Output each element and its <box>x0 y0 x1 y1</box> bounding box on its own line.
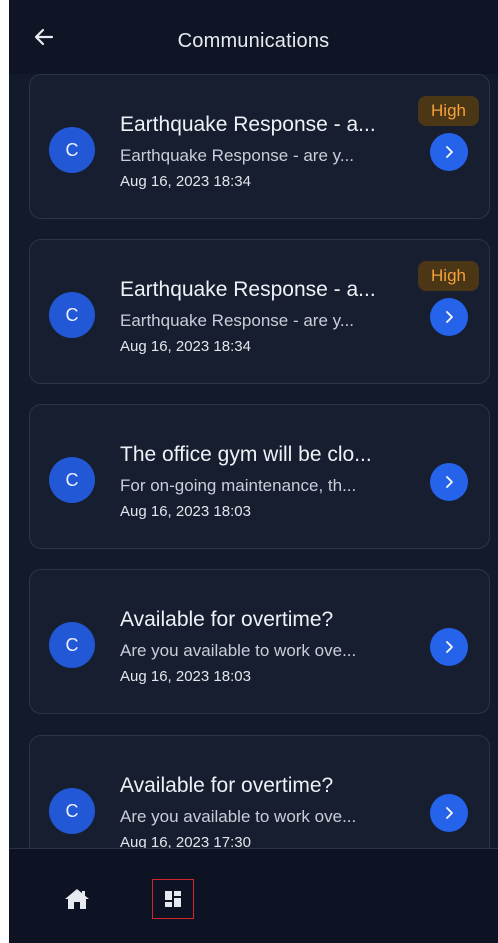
avatar: C <box>49 457 95 503</box>
open-message-button[interactable] <box>430 298 468 336</box>
chevron-right-icon <box>446 641 453 653</box>
chevron-right-icon <box>446 311 453 323</box>
message-title: Earthquake Response - a... <box>120 278 376 301</box>
open-message-button[interactable] <box>430 463 468 501</box>
message-time: Aug 16, 2023 18:03 <box>120 668 251 685</box>
open-message-button[interactable] <box>430 628 468 666</box>
nav-dashboard-button[interactable] <box>152 879 194 919</box>
chevron-right-icon <box>446 807 453 819</box>
priority-badge: High <box>418 261 479 291</box>
chevron-right-icon <box>446 476 453 488</box>
open-message-button[interactable] <box>430 133 468 171</box>
message-time: Aug 16, 2023 18:34 <box>120 173 251 190</box>
message-card[interactable]: C Available for overtime? Are you availa… <box>29 569 490 714</box>
chevron-right-icon <box>446 146 453 158</box>
priority-badge: High <box>418 96 479 126</box>
avatar: C <box>49 788 95 834</box>
avatar: C <box>49 292 95 338</box>
home-icon <box>65 889 89 909</box>
message-card[interactable]: C Earthquake Response - a... Earthquake … <box>29 239 490 384</box>
open-message-button[interactable] <box>430 794 468 832</box>
message-snippet: Are you available to work ove... <box>120 641 357 660</box>
avatar: C <box>49 127 95 173</box>
message-snippet: Are you available to work ove... <box>120 807 357 826</box>
dashboard-icon <box>165 891 181 907</box>
message-snippet: Earthquake Response - are y... <box>120 311 355 330</box>
app-screen: C Earthquake Response - a... Earthquake … <box>9 0 498 943</box>
message-title: Available for overtime? <box>120 774 334 797</box>
bottom-navigation <box>9 848 498 943</box>
app-header: Communications <box>9 0 498 74</box>
message-time: Aug 16, 2023 18:34 <box>120 338 251 355</box>
avatar: C <box>49 622 95 668</box>
message-snippet: Earthquake Response - are y... <box>120 146 355 165</box>
message-time: Aug 16, 2023 18:03 <box>120 503 251 520</box>
message-title: Earthquake Response - a... <box>120 113 376 136</box>
message-title: Available for overtime? <box>120 608 334 631</box>
message-title: The office gym will be clo... <box>120 443 372 466</box>
message-card[interactable]: C Earthquake Response - a... Earthquake … <box>29 74 490 219</box>
message-snippet: For on-going maintenance, th... <box>120 476 357 495</box>
message-card[interactable]: C The office gym will be clo... For on-g… <box>29 404 490 549</box>
page-title: Communications <box>177 30 330 52</box>
nav-home-button[interactable] <box>61 883 93 915</box>
